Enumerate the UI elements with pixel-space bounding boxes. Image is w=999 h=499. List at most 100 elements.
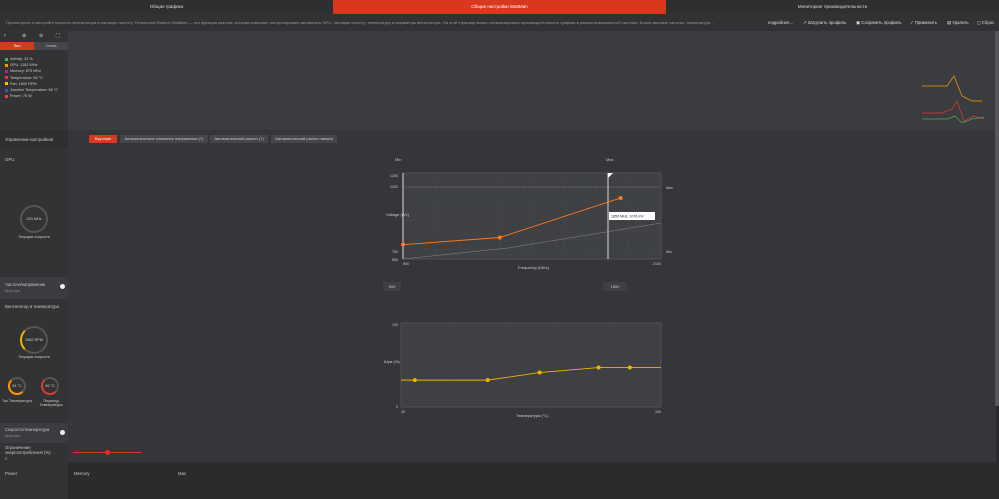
gpu-speed-value: 253 MHz — [26, 217, 42, 221]
volt-min-input[interactable]: 500 — [383, 282, 401, 291]
reset-button[interactable]: ◻ Сброс — [977, 20, 994, 26]
bottom-bar: Memory Max — [68, 462, 999, 499]
mode-button[interactable]: Автоматическое снижение напряжения (?) — [120, 135, 208, 143]
legend-label: Junction Temperature: 56 °C — [10, 88, 59, 92]
legend-label: Memory: 875 MHz — [10, 69, 42, 74]
fan-speed-label: Текущая скорость — [18, 355, 50, 359]
curve-point[interactable] — [401, 242, 405, 247]
legend-item: Junction Temperature: 56 °C — [5, 88, 58, 92]
back-icon[interactable]: ‹ — [4, 33, 6, 39]
curve-point[interactable] — [537, 370, 542, 375]
control-section: Управление настройкой — [0, 130, 68, 148]
volt-ytick-1250: 1250 — [390, 174, 398, 178]
curve-point[interactable] — [485, 378, 490, 383]
legend-swatch — [5, 76, 8, 80]
speed-temp-mode: Вручную — [5, 434, 21, 438]
volt-max-line-label: Max — [666, 186, 673, 190]
delete-button[interactable]: ▤ Удалить — [947, 20, 969, 26]
freq-volt-mode: Вручную — [5, 289, 21, 293]
legend-label: GPU: 1182 MHz — [10, 63, 38, 68]
gpu-speed-label: Текущая скорость — [18, 235, 50, 239]
curve-point[interactable] — [618, 195, 623, 200]
tab-monitoring[interactable]: Мониторинг производительности — [666, 0, 999, 14]
scrollbar[interactable] — [995, 31, 999, 406]
curve-point[interactable] — [497, 235, 502, 240]
fan-xtick-right: 100 — [655, 410, 661, 414]
legend-swatch — [5, 82, 8, 86]
fan-xlabel: Температура (°C) — [516, 413, 549, 418]
volt-max-input[interactable]: 1850 — [603, 282, 627, 291]
legend-item: Activity: 32 % — [5, 57, 33, 61]
max-label: Max — [178, 471, 187, 476]
volt-ytick-1200: 1200 — [390, 185, 398, 189]
power-limit-value: 0 — [5, 456, 8, 461]
left-panel: ‹ ⊕ ⊖ ⛶ Лин Сетка Activity: 32 % GPU: 118… — [0, 31, 68, 499]
legend-label: Power: 75 W — [10, 94, 32, 99]
apply-button[interactable]: ✓ Применить — [910, 20, 937, 26]
zoom-in-icon[interactable]: ⊕ — [22, 33, 26, 39]
legend-swatch — [5, 63, 8, 67]
voltage-frequency-chart: Voltage (mV) Frequency (MHz) 1250 1200 7… — [386, 172, 673, 270]
fan-ylabel: Шум (%) — [384, 359, 400, 364]
expand-icon[interactable]: ⛶ — [56, 33, 60, 39]
fan-plot-bg — [400, 322, 662, 408]
fan-ytick-bottom: 0 — [396, 405, 398, 409]
legend-label: Temperature: 54 °C — [10, 75, 43, 80]
zoom-out-icon[interactable]: ⊖ — [39, 33, 43, 39]
mini-monitor-chart — [922, 75, 985, 124]
speed-temp-section: Скорость/температура Вручную — [0, 423, 68, 443]
fan-speed-value: 1582 RPM — [25, 338, 43, 342]
legend-item: Memory: 875 MHz — [5, 69, 41, 73]
tab-graphics[interactable]: Общая графика — [0, 0, 333, 14]
legend-item: Fan: 1600 RPM — [5, 82, 37, 86]
more-link[interactable]: подробнее... — [768, 20, 793, 25]
speed-temp-toggle[interactable] — [60, 430, 65, 435]
volt-xlabel: Frequency (MHz) — [518, 265, 550, 270]
junction-value: 56 °C — [45, 384, 55, 388]
mode-button[interactable]: Автоматический разгон памяти — [271, 135, 337, 143]
tab-wattman[interactable]: Общие настройки WattMan — [333, 0, 666, 14]
volt-ylabel: Voltage (mV) — [386, 212, 410, 217]
legend-item: Temperature: 54 °C — [5, 76, 43, 80]
junction-label: Переход Температура — [39, 399, 63, 407]
volt-max-header: Max — [606, 157, 614, 162]
fan-curve-chart: Шум (%) Температура (°C) 100 0 25 100 — [384, 322, 662, 418]
freq-volt-toggle[interactable] — [60, 284, 65, 289]
legend-swatch — [5, 57, 8, 61]
mode-button[interactable]: Автоматический разгон (?) — [210, 135, 268, 143]
main-panel: Вручную Автоматическое снижение напряжени… — [68, 130, 996, 470]
power-label: Power — [5, 471, 18, 476]
volt-tooltip: 1850 MHz, 1076 mV — [611, 215, 644, 219]
gpu-label: GPU — [5, 157, 15, 162]
legend-swatch — [5, 94, 8, 98]
legend-swatch — [5, 88, 8, 92]
curve-point[interactable] — [412, 378, 417, 383]
volt-min-line-label: Min — [666, 250, 672, 254]
speed-temp-label: Скорость/температура — [5, 427, 50, 432]
curve-point[interactable] — [627, 365, 632, 370]
power-limit-slider-handle[interactable] — [105, 450, 110, 455]
temp-label: Ток Температура — [2, 399, 32, 403]
temp-value: 54 °C — [12, 384, 22, 388]
monitoring-chart-area — [68, 31, 999, 130]
mini-activity-line — [922, 115, 985, 124]
legend-label: Activity: 32 % — [10, 57, 33, 61]
curve-point[interactable] — [596, 365, 601, 370]
tab-grid[interactable]: Сетка — [34, 42, 68, 50]
save-profile-button[interactable]: ▣ Сохранить профиль — [856, 20, 902, 26]
volt-ytick-650: 650 — [392, 258, 398, 262]
volt-xtick-500: 500 — [403, 262, 409, 266]
freq-volt-section: Частота/напряжение Вручную — [0, 277, 68, 299]
info-bar: Просмотрите и настройте скорость вентиля… — [0, 14, 999, 31]
mini-gpu-line — [922, 75, 982, 102]
memory-label: Memory — [74, 471, 90, 476]
legend-swatch — [5, 69, 8, 73]
mode-button[interactable]: Вручную — [89, 135, 117, 143]
info-text: Просмотрите и настройте скорость вентиля… — [6, 20, 715, 25]
freq-volt-label: Частота/напряжение — [5, 282, 46, 287]
tab-line[interactable]: Лин — [0, 42, 34, 50]
top-tab-bar: Общая графика Общие настройки WattMan Мо… — [0, 0, 999, 14]
load-profile-button[interactable]: ↗ Загрузить профиль — [803, 20, 846, 26]
power-limit-label: Ограничение энергопотребления (%) — [5, 445, 51, 455]
fan-ytick-top: 100 — [392, 323, 398, 327]
